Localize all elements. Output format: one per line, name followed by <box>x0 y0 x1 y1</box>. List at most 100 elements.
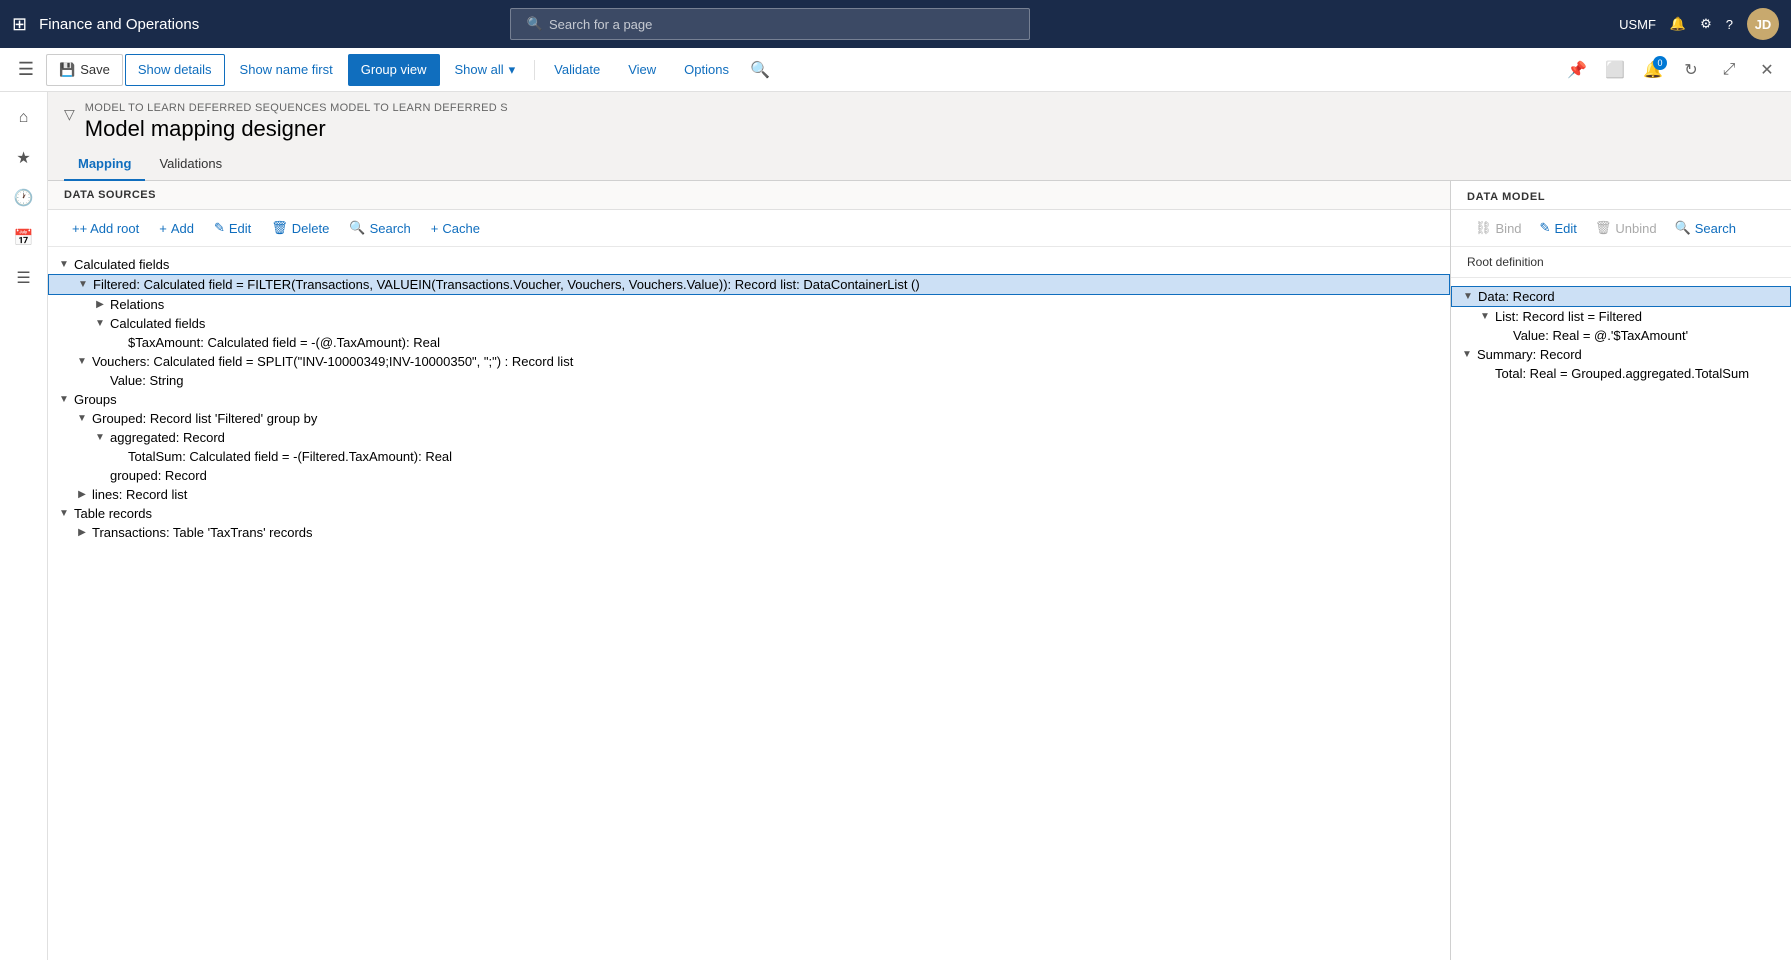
edit-pencil-icon: ✎ <box>214 220 225 236</box>
right-panel-toolbar: ⛓ Bind ✎ Edit 🗑 Unbind 🔍 Search <box>1451 210 1791 247</box>
grid-icon[interactable]: ⊞ <box>12 14 27 35</box>
tree-arrow-icon[interactable]: ▼ <box>74 413 90 424</box>
tree-arrow-icon[interactable]: ▶ <box>74 527 90 538</box>
cache-button[interactable]: + Cache <box>423 217 488 240</box>
search-placeholder: Search for a page <box>549 17 652 32</box>
tree-node[interactable]: $TaxAmount: Calculated field = -(@.TaxAm… <box>48 333 1450 352</box>
tab-validations[interactable]: Validations <box>145 148 236 181</box>
search-model-icon: 🔍 <box>1675 220 1691 236</box>
left-sidebar: ⌂ ★ 🕐 📅 ☰ <box>0 92 48 960</box>
tree-node[interactable]: ▶Relations <box>48 295 1450 314</box>
hamburger-menu-icon[interactable]: ☰ <box>8 52 44 88</box>
avatar[interactable]: JD <box>1747 8 1779 40</box>
view-button[interactable]: View <box>615 54 669 86</box>
bell-icon[interactable]: 🔔 <box>1670 16 1686 32</box>
tree-node[interactable]: ▼Vouchers: Calculated field = SPLIT("INV… <box>48 352 1450 371</box>
sidebar-calendar-icon[interactable]: 📅 <box>6 220 42 256</box>
show-all-chevron-icon: ▾ <box>509 62 516 78</box>
tree-node[interactable]: TotalSum: Calculated field = -(Filtered.… <box>48 447 1450 466</box>
tree-node[interactable]: ▼Filtered: Calculated field = FILTER(Tra… <box>48 274 1450 295</box>
cmd-right-icons: 📌 ⬜ 🔔 0 ↻ ⤢ ✕ <box>1561 54 1783 86</box>
global-search[interactable]: 🔍 Search for a page <box>510 8 1030 40</box>
save-button[interactable]: 💾 Save <box>46 54 123 86</box>
sidebar-star-icon[interactable]: ★ <box>6 140 42 176</box>
tree-arrow-icon[interactable]: ▼ <box>75 279 91 290</box>
settings-icon[interactable]: ⚙ <box>1700 16 1712 32</box>
tree-node[interactable]: Value: Real = @.'$TaxAmount' <box>1451 326 1791 345</box>
close-icon[interactable]: ✕ <box>1751 54 1783 86</box>
tabs-bar: Mapping Validations <box>48 148 1791 181</box>
tree-node-label: Calculated fields <box>108 316 205 331</box>
tree-node[interactable]: ▼Grouped: Record list 'Filtered' group b… <box>48 409 1450 428</box>
tree-node[interactable]: ▶lines: Record list <box>48 485 1450 504</box>
bind-button[interactable]: ⛓ Bind <box>1467 216 1530 240</box>
tree-arrow-icon[interactable]: ▼ <box>56 508 72 519</box>
tree-node[interactable]: ▼Calculated fields <box>48 314 1450 333</box>
search-cmd-icon[interactable]: 🔍 <box>744 54 776 86</box>
tree-node[interactable]: grouped: Record <box>48 466 1450 485</box>
show-all-button[interactable]: Show all ▾ <box>442 54 529 86</box>
sidebar-home-icon[interactable]: ⌂ <box>6 100 42 136</box>
right-panel: DATA MODEL ⛓ Bind ✎ Edit 🗑 Unbind <box>1451 181 1791 960</box>
tree-node-label: Groups <box>72 392 117 407</box>
tree-node[interactable]: Value: String <box>48 371 1450 390</box>
tree-arrow-icon[interactable]: ▼ <box>92 318 108 329</box>
tree-node[interactable]: ▼List: Record list = Filtered <box>1451 307 1791 326</box>
pin-icon[interactable]: 📌 <box>1561 54 1593 86</box>
tree-arrow-icon[interactable]: ▼ <box>92 432 108 443</box>
tree-node[interactable]: ▼Table records <box>48 504 1450 523</box>
tree-arrow-icon[interactable]: ▼ <box>56 394 72 405</box>
sidebar-history-icon[interactable]: 🕐 <box>6 180 42 216</box>
tree-arrow-icon[interactable]: ▼ <box>1459 349 1475 360</box>
show-name-first-button[interactable]: Show name first <box>227 54 346 86</box>
open-icon[interactable]: ⤢ <box>1713 54 1745 86</box>
tree-arrow-icon[interactable]: ▶ <box>74 489 90 500</box>
tree-node-label: Data: Record <box>1476 289 1555 304</box>
refresh-icon[interactable]: ↻ <box>1675 54 1707 86</box>
group-view-button[interactable]: Group view <box>348 54 440 86</box>
tree-node-label: Summary: Record <box>1475 347 1582 362</box>
data-model-header: DATA MODEL <box>1451 181 1791 210</box>
unbind-button[interactable]: 🗑 Unbind <box>1587 216 1665 240</box>
notification-icon[interactable]: 🔔 0 <box>1637 54 1669 86</box>
tree-arrow-icon[interactable]: ▼ <box>1477 311 1493 322</box>
add-root-button[interactable]: + + Add root <box>64 217 147 240</box>
tree-node[interactable]: ▼Groups <box>48 390 1450 409</box>
tree-node[interactable]: Total: Real = Grouped.aggregated.TotalSu… <box>1451 364 1791 383</box>
tree-arrow-icon[interactable]: ▼ <box>1460 291 1476 302</box>
top-nav-right: USMF 🔔 ⚙ ? JD <box>1619 8 1779 40</box>
tree-arrow-icon[interactable]: ▼ <box>74 356 90 367</box>
tree-node-label: List: Record list = Filtered <box>1493 309 1642 324</box>
help-icon[interactable]: ? <box>1726 17 1733 32</box>
sidebar-list-icon[interactable]: ☰ <box>6 260 42 296</box>
top-nav-bar: ⊞ Finance and Operations 🔍 Search for a … <box>0 0 1791 48</box>
tree-node-label: grouped: Record <box>108 468 207 483</box>
options-button[interactable]: Options <box>671 54 742 86</box>
search-model-button[interactable]: 🔍 Search <box>1667 216 1744 240</box>
validate-button[interactable]: Validate <box>541 54 613 86</box>
page-header: ▽ MODEL TO LEARN DEFERRED SEQUENCES MODE… <box>48 92 1791 148</box>
tree-arrow-icon[interactable]: ▶ <box>92 299 108 310</box>
tree-node[interactable]: ▼Data: Record <box>1451 286 1791 307</box>
edit-model-button[interactable]: ✎ Edit <box>1532 216 1585 240</box>
office-icon[interactable]: ⬜ <box>1599 54 1631 86</box>
show-details-button[interactable]: Show details <box>125 54 225 86</box>
search-ds-icon: 🔍 <box>349 220 365 236</box>
user-region: USMF <box>1619 17 1656 32</box>
edit-button[interactable]: ✎ Edit <box>206 216 259 240</box>
add-button[interactable]: + Add <box>151 217 202 240</box>
panel-toolbar: + + Add root + Add ✎ Edit 🗑 Delete <box>48 210 1450 247</box>
tree-node[interactable]: ▼Summary: Record <box>1451 345 1791 364</box>
data-sources-tree: ▼Calculated fields▼Filtered: Calculated … <box>48 247 1450 960</box>
tree-node[interactable]: ▶Transactions: Table 'TaxTrans' records <box>48 523 1450 542</box>
tree-node[interactable]: ▼aggregated: Record <box>48 428 1450 447</box>
tree-node-label: Table records <box>72 506 152 521</box>
search-datasource-button[interactable]: 🔍 Search <box>341 216 418 240</box>
breadcrumb: MODEL TO LEARN DEFERRED SEQUENCES MODEL … <box>85 102 508 114</box>
tree-arrow-icon[interactable]: ▼ <box>56 259 72 270</box>
tab-mapping[interactable]: Mapping <box>64 148 145 181</box>
delete-button[interactable]: 🗑 Delete <box>263 216 337 240</box>
cache-icon: + <box>431 221 439 236</box>
tree-node[interactable]: ▼Calculated fields <box>48 255 1450 274</box>
left-panel: DATA SOURCES + + Add root + Add ✎ Edit <box>48 181 1451 960</box>
